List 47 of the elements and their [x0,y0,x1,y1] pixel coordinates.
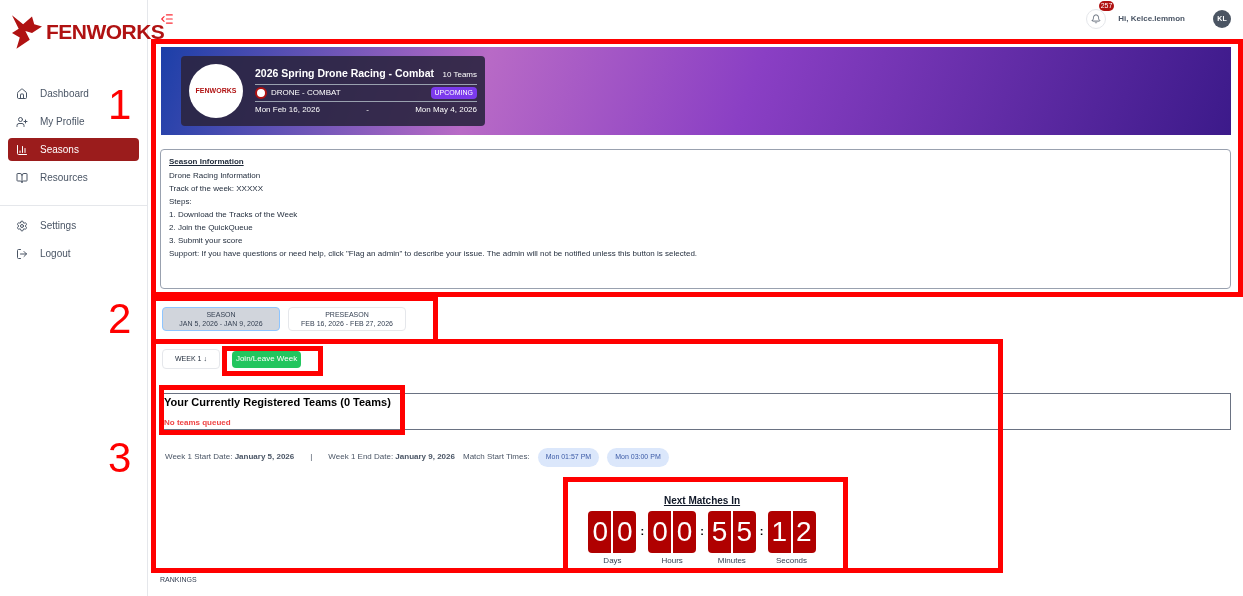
sidebar-item[interactable]: Settings [8,214,85,237]
week-start-date: Week 1 Start Date: January 5, 2026 [165,451,295,464]
countdown-label: Minutes [717,554,746,567]
menu-icon[interactable] [160,12,174,26]
team-count: 10 Teams [442,68,477,81]
info-text: Steps: [169,197,193,207]
game-name: DRONE - COMBAT [271,86,341,99]
sidebar-item[interactable]: Logout [8,242,79,265]
book-icon [16,171,28,184]
bar-chart-icon [16,143,28,156]
settings-icon [16,219,28,232]
sidebar-item[interactable]: Seasons [8,138,139,161]
registered-title: Your Currently Registered Teams (0 Teams) [164,395,392,411]
countdown-label: Hours [661,554,683,567]
date-separator: | [310,451,313,464]
info-title: Season Information [169,156,244,168]
annotation-number: 2 [108,298,132,340]
start-date: Mon Feb 16, 2026 [255,104,320,117]
annotation-number: 3 [108,437,132,479]
sidebar-item[interactable]: My Profile [8,110,93,133]
info-text: 1. Download the Tracks of the Week [169,210,299,220]
wolf-logo-icon [12,15,42,49]
info-text: 3. Submit your score [169,236,244,246]
user-greeting: Hi, Kelce.lemmon [1118,13,1185,25]
end-date: Mon May 4, 2026 [415,104,477,117]
empty-message: No teams queued [164,416,232,429]
countdown-title: Next Matches In [663,493,741,508]
sidebar-item[interactable]: Dashboard [8,82,97,105]
user-plus-icon [16,115,28,128]
brand-name: FENWORKS [46,19,165,46]
date-dash: - [366,104,369,117]
info-text: Drone Racing Information [169,171,262,181]
bell-icon [1091,14,1102,24]
sidebar-item[interactable]: Resources [8,166,96,189]
countdown-separator: : [700,523,704,539]
game-logo-icon [255,86,267,99]
info-text: Track of the week: XXXXX [169,184,264,194]
countdown-label: Days [603,554,622,567]
match-times-label: Match Start Times: [462,451,530,464]
countdown-label: Seconds [775,554,808,567]
season-title: 2026 Spring Drone Racing - Combat [255,65,435,81]
home-icon [16,87,28,100]
week-end-date: Week 1 End Date: January 9, 2026 [328,451,455,464]
info-text: Support: If you have questions or need help, click "Flag an admin" to describe your issue. The admin will not be notified unless this button is selected. [169,249,699,259]
logout-icon [16,247,28,260]
annotation-number: 1 [108,84,132,126]
info-text: 2. Join the QuickQueue [169,223,254,233]
